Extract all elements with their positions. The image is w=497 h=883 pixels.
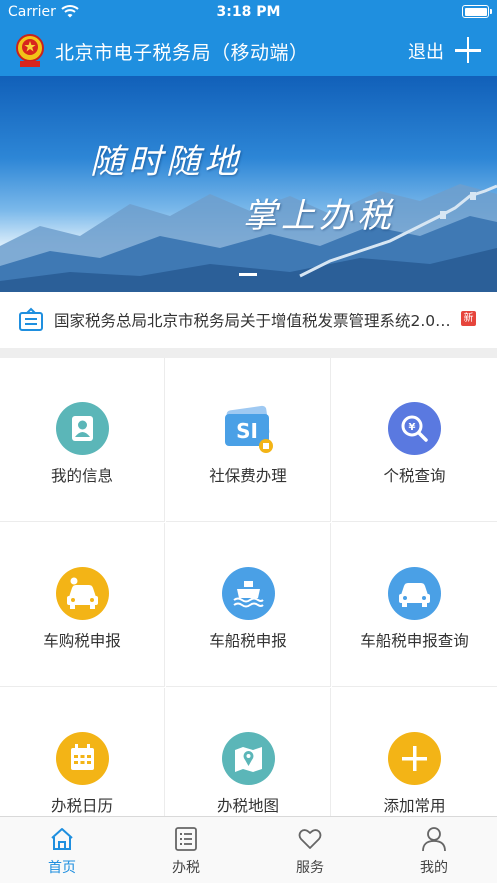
- grid-item-tax-map[interactable]: 办税地图: [166, 688, 331, 816]
- banner-page-indicator: [239, 273, 257, 276]
- add-plus-icon[interactable]: [455, 37, 481, 63]
- grid-item-label: 社保费办理: [209, 467, 287, 485]
- tab-bar: 首页 办税 服务 我的: [0, 816, 497, 883]
- grid-item-label: 车购税申报: [43, 632, 121, 650]
- grid-item-label: 办税日历: [50, 797, 113, 815]
- tab-label: 服务: [296, 860, 324, 876]
- grid-item-add-favorite[interactable]: 添加常用: [332, 688, 497, 816]
- svg-text:SI: SI: [236, 419, 258, 443]
- tab-home[interactable]: 首页: [0, 817, 124, 883]
- banner-slogan-2: 掌上办税: [243, 196, 395, 236]
- grid-item-vehicle-vessel-query[interactable]: 车船税申报查询: [332, 523, 497, 687]
- header: Carrier 3:18 PM 北京市电子税务局（移动端） 退出: [0, 0, 497, 76]
- notice-text[interactable]: 国家税务总局北京市税务局关于增值税发票管理系统2.0版实施的通告: [54, 309, 452, 331]
- grid-item-label: 办税地图: [216, 797, 279, 815]
- ship-icon: [222, 567, 275, 620]
- car-icon: [56, 567, 109, 620]
- grid-item-tax-calendar[interactable]: 办税日历: [0, 688, 165, 816]
- tab-tax[interactable]: 办税: [124, 817, 248, 883]
- service-grid: 我的信息 SI 社保费办理 ¥ 个税查询 车购税申报 车船税申报 车船税申报查询…: [0, 358, 497, 816]
- grid-item-iit-query[interactable]: ¥ 个税查询: [332, 358, 497, 522]
- tab-mine[interactable]: 我的: [372, 817, 496, 883]
- map-icon: [222, 732, 275, 785]
- heart-icon: [298, 829, 322, 849]
- notice-board-icon: [19, 307, 43, 331]
- plus-icon: [388, 732, 441, 785]
- user-icon: [56, 402, 109, 455]
- section-divider: [0, 348, 497, 358]
- svg-text:¥: ¥: [409, 422, 416, 433]
- promo-banner[interactable]: 随时随地 掌上办税: [0, 76, 497, 292]
- page-title: 北京市电子税务局（移动端）: [55, 42, 309, 64]
- new-badge: 新: [461, 311, 476, 326]
- yuan-search-icon: ¥: [388, 402, 441, 455]
- grid-item-vehicle-vessel-tax[interactable]: 车船税申报: [166, 523, 331, 687]
- notice-bar[interactable]: 国家税务总局北京市税务局关于增值税发票管理系统2.0版实施的通告 新: [0, 292, 497, 348]
- status-time: 3:18 PM: [216, 4, 281, 20]
- tab-label: 办税: [172, 860, 200, 876]
- great-wall-mountain-image: [0, 184, 497, 292]
- nav-bar: 北京市电子税务局（移动端） 退出: [0, 26, 497, 76]
- banner-slogan-1: 随时随地: [90, 142, 242, 182]
- grid-item-label: 我的信息: [50, 467, 113, 485]
- grid-item-label: 添加常用: [383, 797, 446, 815]
- calendar-icon: [56, 732, 109, 785]
- tab-label: 首页: [48, 860, 76, 876]
- home-icon: [51, 828, 73, 850]
- car-icon: [388, 567, 441, 620]
- social-security-card-icon: SI: [222, 402, 275, 455]
- grid-item-label: 车船税申报查询: [360, 632, 469, 650]
- list-icon: [175, 827, 197, 851]
- logout-button[interactable]: 退出: [408, 38, 444, 64]
- status-bar: Carrier 3:18 PM: [0, 0, 497, 24]
- grid-item-my-info[interactable]: 我的信息: [0, 358, 165, 522]
- grid-item-vehicle-purchase-tax[interactable]: 车购税申报: [0, 523, 165, 687]
- tab-service[interactable]: 服务: [248, 817, 372, 883]
- battery-icon: [462, 5, 492, 18]
- tab-label: 我的: [420, 860, 448, 876]
- tax-emblem-logo: [16, 34, 44, 67]
- person-icon: [422, 827, 446, 852]
- grid-item-label: 车船税申报: [209, 632, 287, 650]
- grid-item-label: 个税查询: [383, 467, 446, 485]
- grid-item-social-security[interactable]: SI 社保费办理: [166, 358, 331, 522]
